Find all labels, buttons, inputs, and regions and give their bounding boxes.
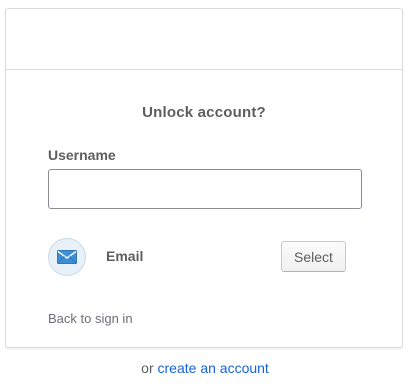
page-title: Unlock account? bbox=[142, 104, 266, 121]
card-header bbox=[6, 9, 402, 70]
select-email-button[interactable]: Select bbox=[281, 241, 346, 272]
unlock-account-card: Unlock account? Username Email Select Ba… bbox=[5, 8, 403, 348]
email-factor-icon-circle bbox=[48, 238, 86, 276]
footer-prefix: or bbox=[141, 360, 154, 376]
username-label: Username bbox=[48, 147, 116, 163]
back-to-sign-in-link[interactable]: Back to sign in bbox=[48, 311, 133, 326]
username-input[interactable] bbox=[48, 169, 362, 209]
create-account-link[interactable]: create an account bbox=[158, 360, 269, 376]
envelope-icon bbox=[57, 250, 77, 264]
footer: or create an account bbox=[0, 360, 410, 376]
email-factor-label: Email bbox=[106, 248, 144, 264]
